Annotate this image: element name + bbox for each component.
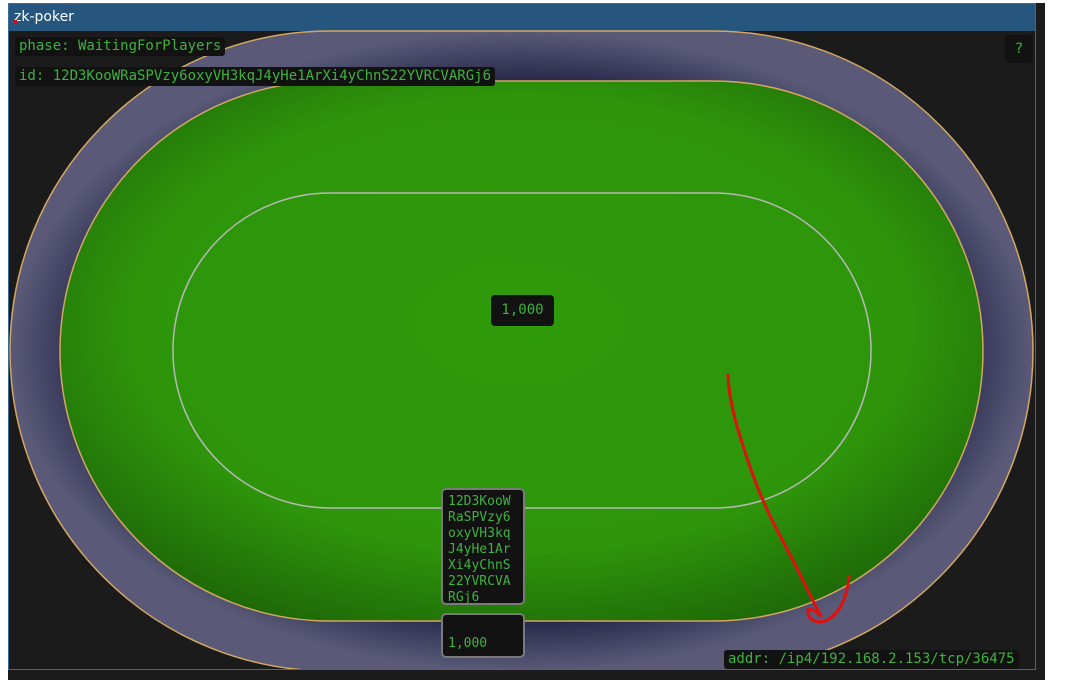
window-frame-right (1036, 3, 1045, 680)
player-stack: 1,000 (441, 613, 525, 658)
red-mark (14, 20, 17, 24)
window-frame-bottom (8, 670, 1045, 680)
pot-amount: 1,000 (491, 295, 554, 326)
app-window: zk-poker phase: WaitingForPlayers id: 12… (8, 3, 1036, 670)
player-seat-id[interactable]: 12D3KooWRaSPVzy6oxyVH3kqJ4yHe1ArXi4yChnS… (441, 488, 525, 605)
phase-label: phase: WaitingForPlayers (15, 37, 226, 56)
table-id-label: id: 12D3KooWRaSPVzy6oxyVH3kqJ4yHe1ArXi4y… (15, 67, 496, 86)
address-label: addr: /ip4/192.168.2.153/tcp/36475 (724, 650, 1019, 669)
help-button[interactable]: ? (1005, 35, 1033, 63)
